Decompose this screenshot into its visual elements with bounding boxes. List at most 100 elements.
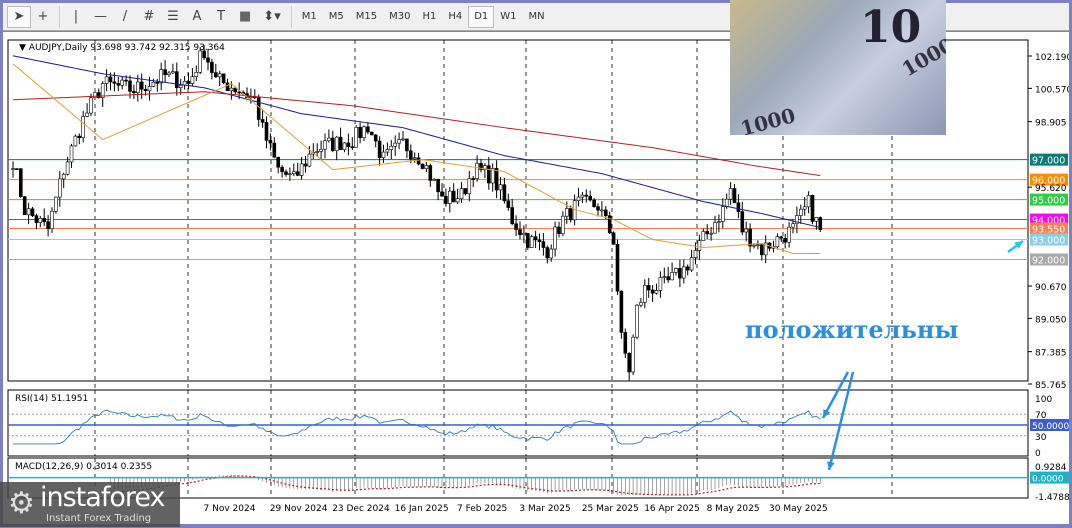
timeframe-d1[interactable]: D1 — [468, 5, 495, 28]
candle — [30, 206, 35, 217]
candle — [783, 233, 788, 249]
candle-body — [93, 92, 97, 99]
candle-body — [510, 207, 515, 225]
fibo-levels-tool-button[interactable]: ☰ — [161, 6, 185, 28]
candle — [533, 230, 538, 249]
timeframe-mn[interactable]: MN — [523, 6, 551, 28]
candle-body — [77, 135, 82, 139]
candle-body — [654, 290, 659, 294]
timeframe-m15[interactable]: M15 — [350, 6, 383, 28]
candle-body — [693, 250, 698, 258]
timeframe-h4[interactable]: H4 — [442, 6, 468, 28]
timeframe-m30[interactable]: M30 — [383, 6, 416, 28]
candle-body — [26, 208, 31, 216]
candle-body — [432, 178, 437, 181]
price-axis-label: 85.765 — [1035, 381, 1067, 391]
candle — [253, 89, 257, 99]
candle-body — [393, 142, 398, 147]
candle — [303, 155, 308, 173]
candle-body — [740, 211, 745, 233]
candle-body — [666, 276, 671, 281]
candle-body — [342, 142, 347, 150]
candle — [93, 92, 97, 99]
candle — [818, 216, 823, 233]
candle-body — [502, 184, 507, 202]
candle — [455, 188, 460, 204]
candle-body — [120, 79, 124, 86]
text-label-tool-button[interactable]: T — [209, 6, 233, 28]
level-label-97.000: 97.000 — [1032, 156, 1065, 167]
vertical-line-tool-button[interactable]: | — [64, 6, 88, 28]
candle — [600, 201, 604, 217]
candle-body — [518, 229, 522, 236]
candle — [502, 177, 507, 204]
candle — [662, 267, 667, 284]
candle-body — [73, 135, 78, 147]
candle-body — [752, 244, 756, 247]
trendline-tool-button[interactable]: / — [113, 6, 137, 28]
timeframe-w1[interactable]: W1 — [494, 6, 522, 28]
candle-body — [681, 266, 686, 279]
candle — [163, 60, 167, 83]
candle — [323, 133, 327, 159]
candle — [658, 271, 663, 298]
candle — [689, 249, 694, 272]
candle — [806, 191, 811, 214]
cursor-tool-button[interactable]: ➤ — [7, 5, 31, 28]
candle — [529, 234, 534, 248]
candle — [611, 231, 616, 245]
candle-body — [814, 217, 819, 222]
candle-body — [541, 241, 546, 248]
candle-body — [65, 161, 70, 175]
candle-body — [658, 277, 663, 291]
candle — [291, 163, 296, 177]
candle-body — [514, 223, 518, 230]
candle-body — [459, 188, 464, 199]
timeframe-m1[interactable]: M1 — [296, 6, 323, 28]
crosshair-tool-button[interactable]: + — [31, 6, 55, 28]
horizontal-line-tool-button[interactable]: — — [88, 6, 113, 28]
candle — [681, 259, 686, 284]
candle-body — [545, 247, 550, 259]
text-tool-button[interactable]: A — [185, 6, 209, 28]
rectangle-tool-button[interactable]: ■ — [233, 6, 257, 28]
fibonacci-tool-button[interactable]: # — [137, 6, 161, 28]
candle — [537, 233, 542, 251]
candle — [646, 277, 651, 298]
candle — [34, 213, 39, 230]
candle — [576, 187, 581, 207]
candle — [346, 133, 351, 156]
candle — [740, 201, 745, 236]
candle — [217, 70, 222, 87]
banknote-1000-b: 1000 — [737, 103, 798, 135]
candle-body — [705, 231, 710, 235]
candle-body — [171, 71, 175, 74]
candle-body — [736, 202, 741, 212]
candle-body — [206, 57, 210, 63]
candle-body — [724, 198, 729, 207]
candle-body — [451, 190, 456, 203]
candle-body — [568, 208, 573, 221]
date-axis-label: 7 Feb 2025 — [457, 504, 507, 514]
candle — [315, 143, 320, 157]
candle-body — [327, 137, 331, 142]
date-axis-label: 29 Nov 2024 — [270, 504, 328, 514]
candle-body — [791, 223, 795, 228]
candle — [401, 130, 405, 142]
rsi-value-label: 50.0000 — [1032, 422, 1069, 432]
timeframe-m5[interactable]: M5 — [323, 6, 350, 28]
candle-body — [198, 50, 202, 73]
candle — [584, 189, 589, 203]
candle — [635, 303, 639, 340]
candle-body — [69, 145, 74, 163]
candle-body — [139, 81, 144, 90]
candle — [405, 138, 409, 159]
arrows-tool-button[interactable]: ⬍▾ — [257, 6, 286, 28]
candle-body — [128, 80, 132, 92]
candle-body — [486, 165, 491, 184]
candle-body — [54, 196, 58, 212]
candle-body — [237, 91, 241, 94]
aud-jpy-banknotes-image: 10 1000 1000 — [730, 0, 946, 135]
candle-body — [319, 148, 323, 152]
timeframe-h1[interactable]: H1 — [416, 6, 442, 28]
